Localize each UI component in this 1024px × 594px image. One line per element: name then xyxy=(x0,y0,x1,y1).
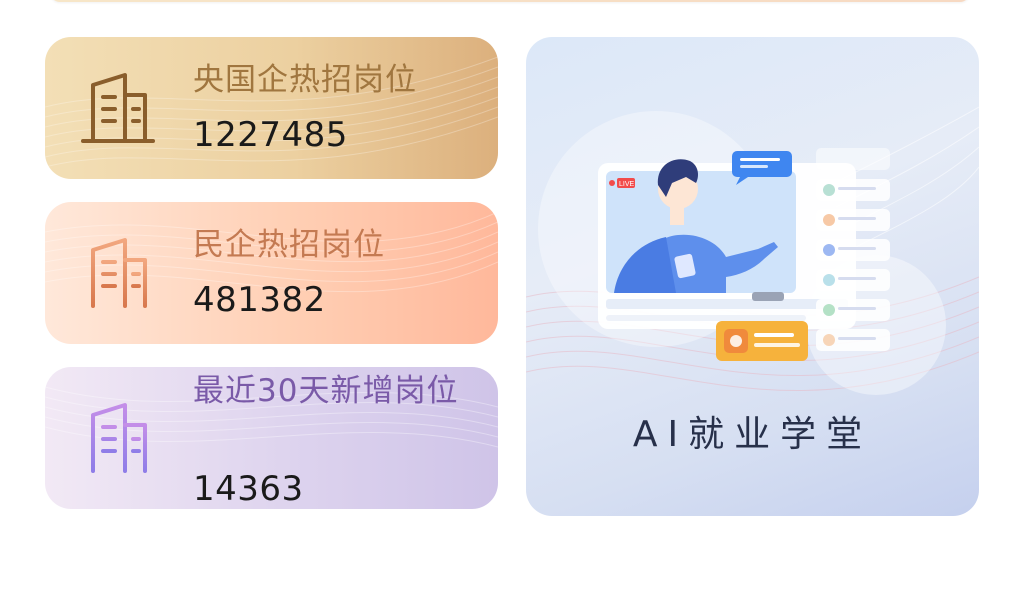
stat-value: 14363 xyxy=(193,469,304,509)
stat-value: 481382 xyxy=(193,280,326,320)
building-icon xyxy=(81,403,155,473)
top-card-edge xyxy=(50,0,970,2)
stat-card-private-jobs[interactable]: 民企热招岗位 481382 xyxy=(45,202,498,344)
stat-card-new-jobs[interactable]: 最近30天新增岗位 14363 xyxy=(45,367,498,509)
ai-career-school-card[interactable]: LIVE AI就业学堂 xyxy=(526,37,979,516)
stat-title: 最近30天新增岗位 xyxy=(193,373,459,409)
stat-title: 央国企热招岗位 xyxy=(193,62,417,98)
stat-value: 1227485 xyxy=(193,115,348,155)
live-badge-text: LIVE xyxy=(619,181,635,188)
building-icon xyxy=(81,238,155,308)
ai-card-title: AI就业学堂 xyxy=(632,414,873,455)
stat-card-soe-jobs[interactable]: 央国企热招岗位 1227485 xyxy=(45,37,498,179)
building-icon xyxy=(81,73,155,143)
stat-title: 民企热招岗位 xyxy=(193,227,385,263)
